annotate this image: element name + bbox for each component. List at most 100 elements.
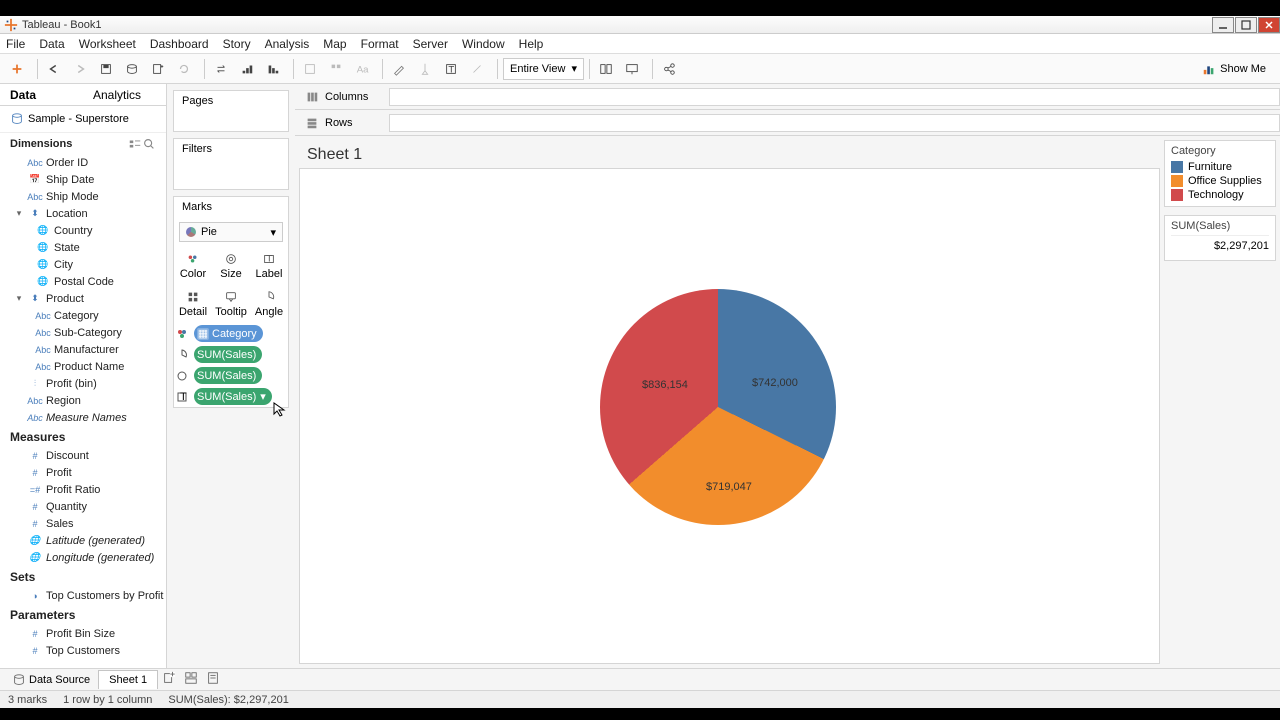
dimension-field[interactable]: AbcCategory	[0, 307, 166, 324]
dimension-field[interactable]: 🌐Postal Code	[0, 273, 166, 290]
tableau-icon[interactable]	[6, 58, 28, 80]
dimension-field[interactable]: 📅Ship Date	[0, 171, 166, 188]
dimension-field[interactable]: 🌐State	[0, 239, 166, 256]
data-source-item[interactable]: Sample - Superstore	[0, 106, 166, 133]
dimension-field[interactable]: 🌐Country	[0, 222, 166, 239]
viz-canvas[interactable]: $742,000 $719,047 $836,154	[299, 168, 1160, 664]
param-field[interactable]: #Profit Bin Size	[0, 625, 166, 642]
dimension-field[interactable]: AbcProduct Name	[0, 358, 166, 375]
tab-data-source[interactable]: Data Source	[4, 673, 98, 687]
totals-button[interactable]	[299, 58, 321, 80]
share-button[interactable]	[658, 58, 680, 80]
measure-field[interactable]: #Quantity	[0, 498, 166, 515]
menu-data[interactable]: Data	[39, 37, 64, 51]
present-button[interactable]	[621, 58, 643, 80]
menu-map[interactable]: Map	[323, 37, 346, 51]
marks-angle[interactable]: Angle	[250, 285, 288, 323]
measure-field[interactable]: #Profit	[0, 464, 166, 481]
fit-dropdown[interactable]: Entire View ▾	[503, 58, 584, 80]
legend-item[interactable]: Office Supplies	[1171, 174, 1269, 188]
tab-data[interactable]: Data	[0, 84, 83, 105]
dimension-field[interactable]: 🌐City	[0, 256, 166, 273]
legend-item[interactable]: Technology	[1171, 188, 1269, 202]
dimension-field[interactable]: ⫶Profit (bin)	[0, 375, 166, 392]
wand-button[interactable]	[466, 58, 488, 80]
hierarchy-location[interactable]: ▾⬍Location	[0, 205, 166, 222]
pill-category[interactable]: ▦Category	[194, 325, 263, 342]
new-worksheet-button[interactable]	[158, 671, 180, 688]
pages-shelf[interactable]: Pages	[173, 90, 289, 132]
marks-tooltip[interactable]: Tooltip	[212, 285, 250, 323]
menu-worksheet[interactable]: Worksheet	[79, 37, 136, 51]
sort-desc-button[interactable]	[262, 58, 284, 80]
dimension-field[interactable]: AbcRegion	[0, 392, 166, 409]
pill-sum-sales-label[interactable]: SUM(Sales)▾	[194, 388, 272, 405]
menu-story[interactable]: Story	[223, 37, 251, 51]
dimension-field[interactable]: AbcMeasure Names	[0, 409, 166, 426]
measure-field[interactable]: #Sales	[0, 515, 166, 532]
dimension-field[interactable]: AbcOrder ID	[0, 154, 166, 171]
collapse-icon[interactable]: ▾	[10, 293, 28, 304]
marks-size[interactable]: Size	[212, 247, 250, 285]
text-icon: Abc	[28, 192, 42, 202]
marks-color[interactable]: Color	[174, 247, 212, 285]
measure-field[interactable]: 🌐Latitude (generated)	[0, 532, 166, 549]
search-icon[interactable]	[142, 137, 156, 151]
cards-button[interactable]	[595, 58, 617, 80]
sheet-title[interactable]: Sheet 1	[295, 136, 1164, 168]
legend-item[interactable]: Furniture	[1171, 160, 1269, 174]
new-sheet-button[interactable]	[147, 58, 169, 80]
marks-label[interactable]: TLabel	[250, 247, 288, 285]
marks-detail[interactable]: Detail	[174, 285, 212, 323]
param-field[interactable]: #Top Customers	[0, 642, 166, 659]
sort-asc-button[interactable]	[236, 58, 258, 80]
minimize-button[interactable]	[1212, 17, 1234, 33]
close-button[interactable]	[1258, 17, 1280, 33]
menu-format[interactable]: Format	[361, 37, 399, 51]
menu-dashboard[interactable]: Dashboard	[150, 37, 209, 51]
pill-sum-sales-angle[interactable]: SUM(Sales)	[194, 346, 262, 363]
show-me-button[interactable]: Show Me	[1194, 62, 1274, 76]
measure-field[interactable]: #Discount	[0, 447, 166, 464]
measure-field[interactable]: 🌐Longitude (generated)	[0, 549, 166, 566]
measure-field[interactable]: =#Profit Ratio	[0, 481, 166, 498]
cursor-icon	[272, 401, 288, 417]
menu-help[interactable]: Help	[519, 37, 544, 51]
text-button[interactable]: T	[440, 58, 462, 80]
dimension-field[interactable]: AbcSub-Category	[0, 324, 166, 341]
hierarchy-product[interactable]: ▾⬍Product	[0, 290, 166, 307]
collapse-icon[interactable]: ▾	[10, 208, 28, 219]
text-icon: Abc	[36, 328, 50, 338]
swap-button[interactable]	[210, 58, 232, 80]
set-field[interactable]: ◑Top Customers by Profit	[0, 587, 166, 604]
rows-shelf[interactable]: Rows	[295, 110, 1280, 136]
dimension-field[interactable]: AbcShip Mode	[0, 188, 166, 205]
new-data-button[interactable]	[121, 58, 143, 80]
view-icon[interactable]	[128, 137, 142, 151]
pin-button[interactable]	[414, 58, 436, 80]
new-story-button[interactable]	[202, 671, 224, 688]
columns-shelf[interactable]: Columns	[295, 84, 1280, 110]
menu-file[interactable]: File	[6, 37, 25, 51]
tab-sheet1[interactable]: Sheet 1	[98, 670, 158, 689]
legend-category[interactable]: Category Furniture Office Supplies Techn…	[1164, 140, 1276, 207]
show-labels-button[interactable]: Aa	[351, 58, 373, 80]
tab-analytics[interactable]: Analytics	[83, 84, 166, 105]
new-dashboard-button[interactable]	[180, 671, 202, 688]
chevron-down-icon[interactable]: ▾	[260, 390, 266, 403]
refresh-button[interactable]	[173, 58, 195, 80]
maximize-button[interactable]	[1235, 17, 1257, 33]
mark-type-dropdown[interactable]: Pie▾	[179, 222, 283, 242]
legend-sum[interactable]: SUM(Sales) $2,297,201	[1164, 215, 1276, 261]
highlight-button[interactable]	[388, 58, 410, 80]
group-button[interactable]	[325, 58, 347, 80]
dimension-field[interactable]: AbcManufacturer	[0, 341, 166, 358]
pill-sum-sales-size[interactable]: SUM(Sales)	[194, 367, 262, 384]
menu-window[interactable]: Window	[462, 37, 505, 51]
save-button[interactable]	[95, 58, 117, 80]
menu-server[interactable]: Server	[413, 37, 448, 51]
undo-button[interactable]	[43, 58, 65, 80]
menu-analysis[interactable]: Analysis	[265, 37, 310, 51]
redo-button[interactable]	[69, 58, 91, 80]
filters-shelf[interactable]: Filters	[173, 138, 289, 190]
